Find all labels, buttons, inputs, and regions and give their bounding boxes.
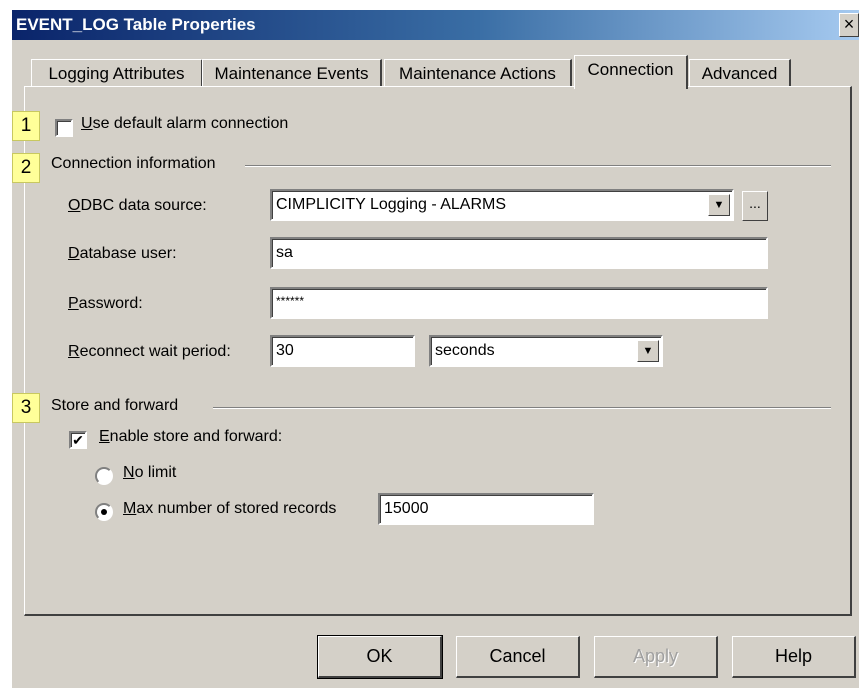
odbc-label: ODBC data source: xyxy=(68,197,207,214)
store-forward-divider xyxy=(213,407,831,409)
default-alarm-label: Use default alarm connection xyxy=(81,115,289,132)
odbc-browse-button[interactable]: ... xyxy=(742,191,768,221)
max-records-label: Max number of stored records xyxy=(123,500,337,517)
left-edge xyxy=(0,0,12,688)
store-forward-heading: Store and forward xyxy=(51,397,179,414)
top-edge xyxy=(0,0,859,10)
help-button[interactable]: Help xyxy=(732,636,856,678)
callout-badge-1: 1 xyxy=(12,111,40,141)
database-user-input[interactable]: sa xyxy=(270,237,768,269)
tab-maintenance-actions[interactable]: Maintenance Actions xyxy=(384,59,572,87)
odbc-data-source-value: CIMPLICITY Logging - ALARMS xyxy=(276,196,507,213)
odbc-dropdown-arrow-icon[interactable]: ▼ xyxy=(708,194,730,216)
connection-info-heading: Connection information xyxy=(51,155,216,172)
reconnect-label: Reconnect wait period: xyxy=(68,343,231,360)
reconnect-unit-value: seconds xyxy=(435,342,495,359)
max-records-input[interactable]: 15000 xyxy=(378,493,594,525)
connection-info-divider xyxy=(245,165,831,167)
default-alarm-checkbox[interactable] xyxy=(55,119,73,137)
tab-advanced[interactable]: Advanced xyxy=(689,59,791,87)
apply-button[interactable]: Apply xyxy=(594,636,718,678)
max-records-radio[interactable] xyxy=(95,503,113,521)
radio-selected-dot xyxy=(101,509,107,515)
callout-badge-2: 2 xyxy=(12,153,40,183)
title-bar: EVENT_LOG Table Properties × xyxy=(12,10,859,40)
cancel-button[interactable]: Cancel xyxy=(456,636,580,678)
close-button[interactable]: × xyxy=(839,13,859,37)
ok-button[interactable]: OK xyxy=(317,635,443,679)
password-label: Password: xyxy=(68,295,143,312)
connection-panel: Use default alarm connection Connection … xyxy=(24,86,852,616)
window-title: EVENT_LOG Table Properties xyxy=(16,15,256,34)
callout-badge-3: 3 xyxy=(12,393,40,423)
enable-store-forward-label: Enable store and forward: xyxy=(99,428,283,445)
database-user-label: Database user: xyxy=(68,245,177,262)
no-limit-radio[interactable] xyxy=(95,467,113,485)
password-input[interactable]: ****** xyxy=(270,287,768,319)
tab-maintenance-events[interactable]: Maintenance Events xyxy=(202,59,382,87)
odbc-data-source-select[interactable]: CIMPLICITY Logging - ALARMS ▼ xyxy=(270,189,734,221)
reconnect-unit-select[interactable]: seconds ▼ xyxy=(429,335,663,367)
properties-dialog: EVENT_LOG Table Properties × Logging Att… xyxy=(0,0,859,688)
no-limit-label: No limit xyxy=(123,464,177,481)
reconnect-period-input[interactable]: 30 xyxy=(270,335,415,367)
tab-connection[interactable]: Connection xyxy=(574,55,688,89)
reconnect-unit-dropdown-arrow-icon[interactable]: ▼ xyxy=(637,340,659,362)
enable-store-forward-checkbox[interactable]: ✔ xyxy=(69,431,87,449)
tab-logging-attributes[interactable]: Logging Attributes xyxy=(31,59,203,87)
